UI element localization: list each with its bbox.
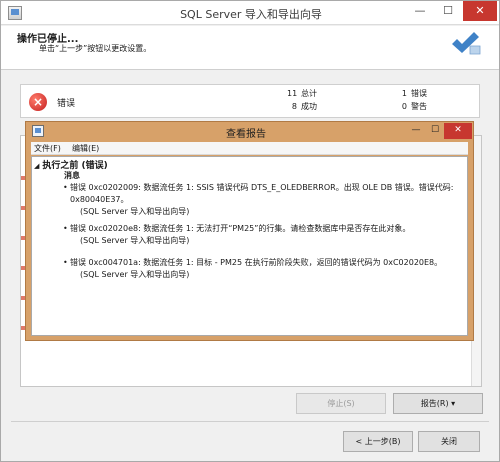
header-subtitle: 单击“上一步”按钮以更改设置。 <box>39 44 152 53</box>
wizard-check-icon <box>452 32 481 55</box>
status-summary: × 错误 11 总计 8 成功 1 错误 0 警告 <box>20 84 480 118</box>
close-window-button[interactable]: ✕ <box>463 1 497 21</box>
footer-divider <box>11 421 489 422</box>
report-content[interactable]: ◢ 执行之前 (错误) 消息 • 错误 0xc0202009: 数据流任务 1: … <box>31 156 468 336</box>
report-close-button[interactable]: ✕ <box>444 123 472 139</box>
report-titlebar[interactable]: 查看报告 — ☐ ✕ <box>26 122 473 141</box>
message-text: 错误 0xc004701a: 数据流任务 1: 目标 - PM25 在执行前阶段… <box>70 258 443 267</box>
message-item: • 错误 0xc0202009: 数据流任务 1: SSIS 错误代码 DTS_… <box>63 182 460 218</box>
report-menubar: 文件(F) 编辑(E) <box>31 142 468 155</box>
stat-count: 0 <box>401 102 407 111</box>
report-minimize-button[interactable]: — <box>406 123 426 139</box>
menu-edit[interactable]: 编辑(E) <box>72 143 99 154</box>
report-button[interactable]: 报告(R) ▾ <box>393 393 483 414</box>
stat-total: 11 总计 <box>287 88 317 99</box>
report-dialog: 查看报告 — ☐ ✕ 文件(F) 编辑(E) ◢ 执行之前 (错误) 消息 • 错… <box>25 121 474 341</box>
stat-error: 1 错误 <box>397 88 427 99</box>
report-app-icon <box>32 125 44 137</box>
stat-count: 8 <box>291 102 297 111</box>
close-button[interactable]: 关闭 <box>418 431 480 452</box>
report-title: 查看报告 <box>226 129 266 140</box>
window-title: SQL Server 导入和导出向导 <box>180 8 322 21</box>
summary-status: 错误 <box>57 99 76 109</box>
message-source: (SQL Server 导入和导出向导) <box>80 236 190 245</box>
minimize-button[interactable]: — <box>407 1 433 21</box>
wizard-header: 操作已停止... 单击“上一步”按钮以更改设置。 <box>1 26 499 70</box>
message-item: • 错误 0xc004701a: 数据流任务 1: 目标 - PM25 在执行前… <box>63 257 460 281</box>
stat-label: 总计 <box>301 89 317 98</box>
menu-file[interactable]: 文件(F) <box>34 143 61 154</box>
bullet-icon: • <box>63 224 68 233</box>
bullet-icon: • <box>63 183 68 192</box>
message-source: (SQL Server 导入和导出向导) <box>80 207 190 216</box>
subsection-title: 消息 <box>64 171 80 180</box>
app-icon <box>8 6 22 20</box>
stat-warning: 0 警告 <box>397 101 427 112</box>
report-maximize-button[interactable]: ☐ <box>425 123 445 139</box>
maximize-button[interactable]: ☐ <box>435 1 461 21</box>
stat-label: 警告 <box>411 102 427 111</box>
error-x-icon: × <box>29 93 47 111</box>
message-text: 错误 0xc02020e8: 数据流任务 1: 无法打开“PM25”的行集。请检… <box>70 224 411 233</box>
stat-label: 成功 <box>301 102 317 111</box>
back-button[interactable]: < 上一步(B) <box>343 431 413 452</box>
stat-count: 11 <box>287 89 298 98</box>
stat-count: 1 <box>401 89 407 98</box>
stat-label: 错误 <box>411 89 427 98</box>
stop-button[interactable]: 停止(S) <box>296 393 386 414</box>
message-source: (SQL Server 导入和导出向导) <box>80 270 190 279</box>
collapse-triangle-icon[interactable]: ◢ <box>34 162 39 170</box>
bullet-icon: • <box>63 258 68 267</box>
message-item: • 错误 0xc02020e8: 数据流任务 1: 无法打开“PM25”的行集。… <box>63 223 460 247</box>
message-text: 错误 0xc0202009: 数据流任务 1: SSIS 错误代码 DTS_E_… <box>70 183 454 204</box>
wizard-titlebar[interactable]: SQL Server 导入和导出向导 — ☐ ✕ <box>1 1 499 25</box>
stat-success: 8 成功 <box>287 101 317 112</box>
